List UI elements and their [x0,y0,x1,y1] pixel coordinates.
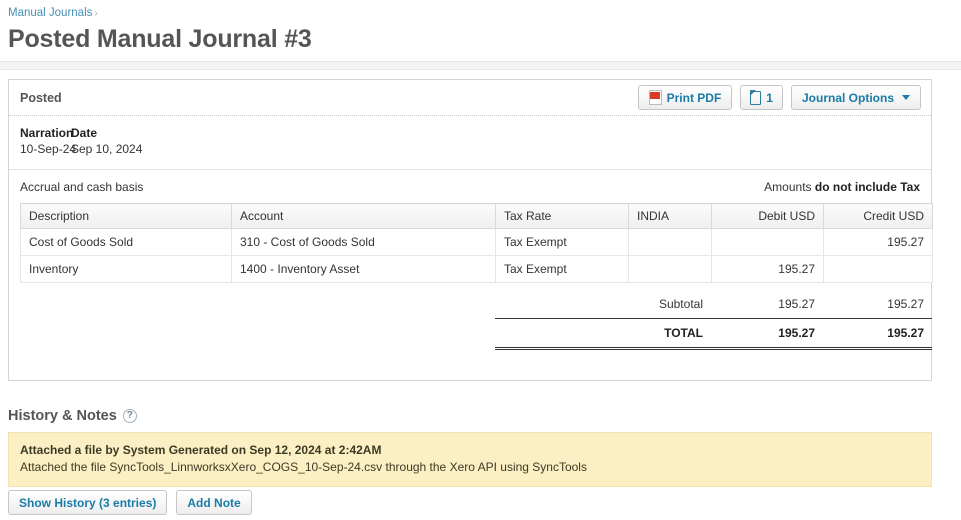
attachment-count: 1 [766,90,773,105]
cell-account: 1400 - Inventory Asset [231,255,496,283]
cell-account: 310 - Cost of Goods Sold [231,228,496,256]
accounting-basis: Accrual and cash basis [20,180,144,194]
column-header-description: Description [20,203,232,229]
header-divider [0,61,961,70]
journal-card: Posted Print PDF 1 Journal Options Narra… [8,79,933,381]
total-label: TOTAL [628,318,711,350]
cell-credit [823,255,933,283]
journal-meta: Narration 10-Sep-24 Date Sep 10, 2024 [9,116,931,170]
cell-description: Cost of Goods Sold [20,228,232,256]
subtotal-debit: 195.27 [778,297,815,311]
cell-tax-rate: Tax Exempt [495,255,629,283]
history-notes-title: History & Notes [8,408,117,424]
date-field: Date Sep 10, 2024 [71,126,142,157]
history-notes-header: History & Notes ? [8,408,137,424]
column-header-tax-rate: Tax Rate [495,203,629,229]
note-body: Attached the file SyncTools_LinnworksxXe… [20,460,587,474]
table-row: Inventory 1400 - Inventory Asset Tax Exe… [20,255,933,283]
page-header: Manual Journals › Posted Manual Journal #… [0,0,961,55]
breadcrumb: Manual Journals › [8,6,961,21]
total-spacer-2 [231,319,495,349]
breadcrumb-link-manual-journals[interactable]: Manual Journals [8,7,92,19]
print-pdf-button[interactable]: Print PDF [637,85,733,110]
page-title: Posted Manual Journal #3 [8,25,312,53]
line-items-table: Description Account Tax Rate INDIA Debit… [20,203,933,283]
card-toolbar: Posted Print PDF 1 Journal Options [9,80,931,116]
table-header-row: Description Account Tax Rate INDIA Debit… [20,203,933,229]
amounts-note-prefix: Amounts [764,180,812,194]
column-header-account: Account [231,203,496,229]
total-spacer-3 [495,318,628,350]
basis-row: Accrual and cash basis Amounts do not in… [9,170,931,203]
column-header-credit-usd: Credit USD [823,203,933,229]
journal-options-label: Journal Options [801,90,894,105]
totals-table: Subtotal 195.27 195.27 TOTAL 195.27 195.… [20,292,932,350]
total-spacer-1 [20,319,231,349]
total-row: TOTAL 195.27 195.27 [20,318,932,350]
breadcrumb-separator: › [94,8,98,19]
chevron-down-icon [902,95,910,100]
toolbar-actions: Print PDF 1 Journal Options [637,85,921,110]
pdf-icon [648,90,662,105]
print-pdf-label: Print PDF [666,90,722,105]
total-credit: 195.27 [823,318,932,350]
history-actions: Show History (3 entries) Add Note [8,490,252,515]
show-history-button[interactable]: Show History (3 entries) [8,490,168,515]
cell-credit: 195.27 [823,228,933,256]
cell-india [628,228,712,256]
history-note-entry: Attached a file by System Generated on S… [8,432,932,487]
narration-field: Narration 10-Sep-24 [20,126,77,157]
narration-value: 10-Sep-24 [20,142,77,156]
cell-tax-rate: Tax Exempt [495,228,629,256]
date-value: Sep 10, 2024 [71,142,143,156]
subtotal-row: Subtotal 195.27 195.27 [20,292,932,319]
cell-debit [711,228,824,256]
journal-options-button[interactable]: Journal Options [790,85,921,110]
subtotal-spacer-1 [20,292,231,319]
date-label: Date [71,126,98,140]
amounts-note-strong: do not include Tax [814,180,920,194]
status-badge: Posted [20,90,62,105]
column-header-india: INDIA [628,203,712,229]
card-bottom-padding [9,350,931,380]
cell-debit: 195.27 [711,255,824,283]
narration-label: Narration [20,126,74,140]
subtotal-credit: 195.27 [887,297,924,311]
subtotal-spacer-3 [495,292,628,319]
cell-india [628,255,712,283]
subtotal-label: Subtotal [658,297,703,311]
note-title: Attached a file by System Generated on S… [20,443,382,457]
attachments-button[interactable]: 1 [740,85,783,110]
line-items-table-wrap: Description Account Tax Rate INDIA Debit… [9,203,933,350]
total-debit: 195.27 [711,318,823,350]
table-row: Cost of Goods Sold 310 - Cost of Goods S… [20,228,933,256]
attachment-page-icon [749,90,762,105]
cell-description: Inventory [20,255,232,283]
add-note-button[interactable]: Add Note [176,490,252,515]
amounts-tax-note: Amounts do not include Tax [764,180,920,194]
help-icon[interactable]: ? [122,409,137,423]
column-header-debit-usd: Debit USD [711,203,824,229]
subtotal-spacer-2 [231,292,495,319]
